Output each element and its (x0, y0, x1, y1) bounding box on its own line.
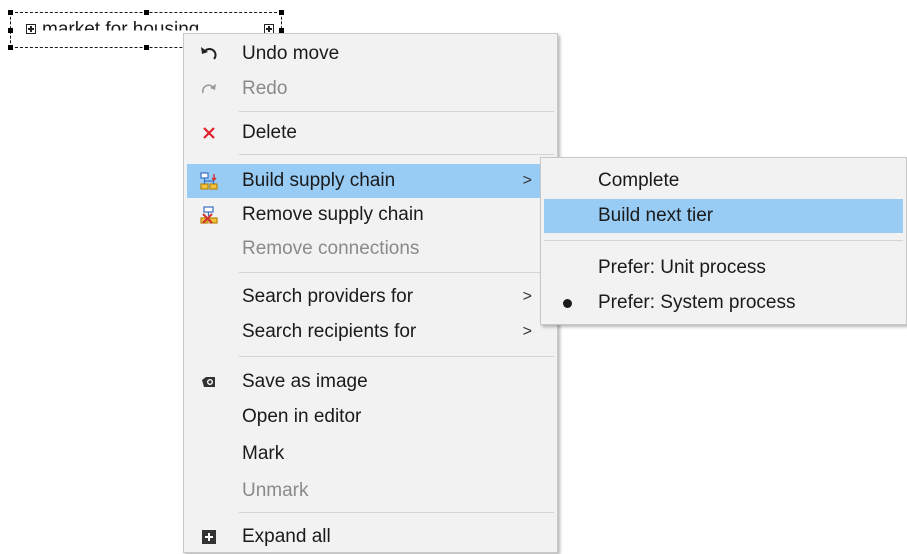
menu-item-label: Mark (242, 443, 285, 464)
menu-item-expand-all[interactable]: Expand all (187, 520, 554, 554)
menu-item-label: Expand all (242, 526, 331, 547)
menu-item-label: Complete (598, 170, 680, 191)
build-supply-chain-icon (199, 171, 219, 191)
menu-separator (239, 356, 554, 357)
redo-icon (199, 79, 219, 99)
menu-item-unmark[interactable]: Unmark (187, 474, 554, 508)
menu-separator (239, 154, 554, 155)
submenu-arrow-icon: > (522, 323, 532, 340)
menu-item-redo[interactable]: Redo (187, 72, 554, 106)
menu-item-label: Redo (242, 78, 288, 99)
context-menu: Undo move Redo Delete Build supply chain… (183, 33, 558, 553)
delete-icon (199, 123, 219, 143)
menu-item-label: Search providers for (242, 286, 414, 307)
menu-item-label: Save as image (242, 371, 368, 392)
menu-item-remove-supply-chain[interactable]: Remove supply chain (187, 198, 554, 232)
menu-item-label: Search recipients for (242, 321, 417, 342)
menu-item-label: Prefer: System process (598, 292, 796, 313)
menu-item-label: Remove connections (242, 238, 420, 259)
submenu-arrow-icon: > (522, 172, 532, 189)
menu-item-label: Unmark (242, 480, 309, 501)
resize-handle[interactable] (144, 10, 149, 15)
resize-handle[interactable] (144, 45, 149, 50)
submenu-arrow-icon: > (522, 288, 532, 305)
menu-item-search-recipients[interactable]: Search recipients for > (187, 315, 554, 349)
menu-item-label: Open in editor (242, 406, 362, 427)
submenu-item-complete[interactable]: Complete (544, 164, 903, 198)
menu-item-label: Remove supply chain (242, 204, 424, 225)
menu-item-search-providers[interactable]: Search providers for > (187, 280, 554, 314)
menu-item-build-supply-chain[interactable]: Build supply chain > (187, 164, 554, 198)
menu-item-save-as-image[interactable]: Save as image (187, 365, 554, 399)
menu-separator (544, 240, 903, 241)
menu-item-open-in-editor[interactable]: Open in editor (187, 400, 554, 434)
resize-handle[interactable] (8, 10, 13, 15)
build-supply-chain-submenu: Complete Build next tier Prefer: Unit pr… (540, 157, 907, 325)
menu-item-delete[interactable]: Delete (187, 116, 554, 150)
resize-handle[interactable] (279, 10, 284, 15)
menu-separator (239, 272, 554, 273)
menu-item-label: Prefer: Unit process (598, 257, 766, 278)
menu-item-label: Undo move (242, 43, 340, 64)
menu-separator (239, 111, 554, 112)
menu-item-undo-move[interactable]: Undo move (187, 37, 554, 71)
node-label: market for housing (42, 19, 200, 40)
menu-item-mark[interactable]: Mark (187, 437, 554, 471)
radio-selected-icon (563, 299, 572, 308)
menu-item-label: Delete (242, 122, 297, 143)
undo-icon (199, 44, 219, 64)
expand-icon (199, 527, 219, 547)
remove-supply-chain-icon (199, 205, 219, 225)
menu-item-label: Build supply chain (242, 170, 396, 191)
submenu-item-prefer-system-process[interactable]: Prefer: System process (544, 286, 903, 320)
expand-inputs-icon[interactable] (26, 24, 36, 34)
resize-handle[interactable] (8, 28, 13, 33)
menu-item-remove-connections[interactable]: Remove connections (187, 232, 554, 266)
menu-item-label: Build next tier (598, 205, 714, 226)
submenu-item-build-next-tier[interactable]: Build next tier (544, 199, 903, 233)
resize-handle[interactable] (8, 45, 13, 50)
submenu-item-prefer-unit-process[interactable]: Prefer: Unit process (544, 251, 903, 285)
menu-separator (239, 512, 554, 513)
camera-icon (199, 372, 219, 392)
